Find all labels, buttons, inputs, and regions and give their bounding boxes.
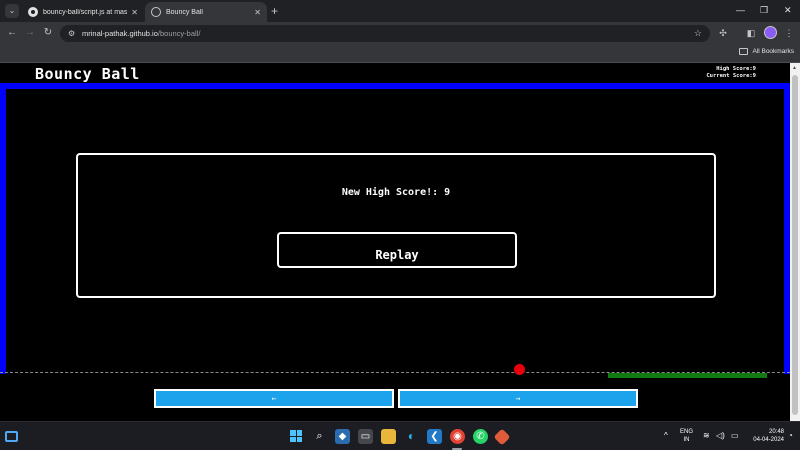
ball bbox=[514, 364, 525, 375]
bookmarks-bar: All Bookmarks bbox=[0, 44, 800, 63]
notification-bell-icon[interactable]: ◔ bbox=[788, 431, 793, 441]
widgets-icon[interactable] bbox=[5, 431, 18, 442]
bookmark-star-icon[interactable]: ☆ bbox=[694, 28, 702, 39]
show-hidden-icons[interactable]: ^ bbox=[664, 431, 668, 441]
close-window-icon[interactable]: ✕ bbox=[784, 3, 792, 17]
page-title: Bouncy Ball bbox=[35, 65, 140, 83]
time: 20:48 bbox=[768, 429, 784, 435]
close-tab-icon[interactable]: ✕ bbox=[131, 8, 138, 17]
score-panel: High Score:9 Current Score:9 bbox=[706, 66, 756, 80]
minimize-icon[interactable]: — bbox=[736, 3, 745, 17]
new-tab-icon[interactable]: + bbox=[271, 4, 278, 18]
browser-toolbar: ← → ↻ ⚙ mrinal-pathak.github.io/bouncy-b… bbox=[0, 22, 800, 44]
tab-strip: ⌄ bouncy-ball/script.js at master ✕ Boun… bbox=[0, 0, 800, 22]
forward-icon[interactable]: → bbox=[22, 25, 38, 41]
high-score: High Score:9 bbox=[716, 66, 756, 72]
whatsapp-icon[interactable]: ✆ bbox=[473, 429, 488, 444]
search-icon[interactable]: ⌕ bbox=[312, 429, 327, 444]
all-bookmarks-label: All Bookmarks bbox=[752, 48, 794, 55]
clock[interactable]: 20:48 04-04-2024 bbox=[742, 428, 784, 444]
vscode-icon[interactable]: ❮ bbox=[427, 429, 442, 444]
side-panel-icon[interactable]: ◧ bbox=[744, 26, 758, 40]
profile-avatar[interactable] bbox=[764, 26, 777, 39]
all-bookmarks-button[interactable]: All Bookmarks bbox=[739, 48, 794, 55]
replay-button[interactable]: Replay bbox=[277, 232, 517, 268]
scrollbar-thumb[interactable] bbox=[792, 75, 798, 415]
paddle[interactable] bbox=[608, 373, 767, 378]
tab-github[interactable]: bouncy-ball/script.js at master ✕ bbox=[22, 2, 144, 22]
current-score: Current Score:9 bbox=[706, 73, 756, 79]
tab-search-icon[interactable]: ⌄ bbox=[5, 4, 19, 18]
file-explorer-icon[interactable] bbox=[381, 429, 396, 444]
menu-icon[interactable]: ⋮ bbox=[782, 26, 796, 40]
close-tab-icon[interactable]: ✕ bbox=[254, 8, 261, 17]
language-indicator[interactable]: ENG IN bbox=[680, 428, 693, 444]
url-path: /bouncy-ball/ bbox=[157, 29, 201, 38]
git-icon[interactable] bbox=[493, 428, 511, 446]
scroll-up-icon[interactable]: ▲ bbox=[792, 65, 797, 71]
battery-icon[interactable]: ▭ bbox=[731, 431, 739, 441]
page-scrollbar[interactable]: ▲ bbox=[790, 63, 800, 421]
move-right-button[interactable]: → bbox=[398, 389, 638, 408]
task-view-icon[interactable]: ▭ bbox=[358, 429, 373, 444]
taskbar: ⌕ ◆ ▭ ◐ ❮ ◉ ✆ ^ ENG IN ≋ ◁) ▭ 20:48 04-0… bbox=[0, 421, 800, 450]
url-text: mrinal-pathak.github.io/bouncy-ball/ bbox=[82, 28, 200, 39]
site-info-icon[interactable]: ⚙ bbox=[68, 29, 75, 38]
start-icon[interactable] bbox=[290, 430, 302, 442]
globe-icon bbox=[151, 7, 161, 17]
restore-icon[interactable]: ❐ bbox=[760, 3, 768, 17]
github-icon bbox=[28, 7, 38, 17]
tab-title: bouncy-ball/script.js at master bbox=[43, 8, 128, 16]
folder-icon bbox=[739, 48, 749, 55]
high-score-message: New High Score!: 9 bbox=[341, 187, 451, 198]
language: ENG bbox=[680, 429, 694, 435]
address-bar[interactable]: ⚙ mrinal-pathak.github.io/bouncy-ball/ ☆ bbox=[60, 25, 710, 42]
url-host: mrinal-pathak.github.io bbox=[82, 29, 158, 38]
reload-icon[interactable]: ↻ bbox=[40, 25, 56, 41]
date: 04-04-2024 bbox=[753, 437, 784, 443]
game-page: Bouncy Ball High Score:9 Current Score:9… bbox=[0, 63, 790, 421]
extensions-icon[interactable]: ✣ bbox=[716, 26, 730, 40]
copilot-icon[interactable]: ◆ bbox=[335, 429, 350, 444]
wifi-icon[interactable]: ≋ bbox=[703, 431, 710, 441]
edge-icon[interactable]: ◐ bbox=[404, 429, 419, 444]
tab-title: Bouncy Ball bbox=[166, 8, 203, 16]
game-over-dialog: New High Score!: 9 Replay bbox=[76, 153, 716, 298]
region: IN bbox=[683, 437, 690, 443]
volume-icon[interactable]: ◁) bbox=[716, 431, 725, 441]
chrome-icon[interactable]: ◉ bbox=[450, 429, 465, 444]
tab-bouncy-ball[interactable]: Bouncy Ball ✕ bbox=[145, 2, 267, 22]
move-left-button[interactable]: ← bbox=[154, 389, 394, 408]
back-icon[interactable]: ← bbox=[4, 25, 20, 41]
